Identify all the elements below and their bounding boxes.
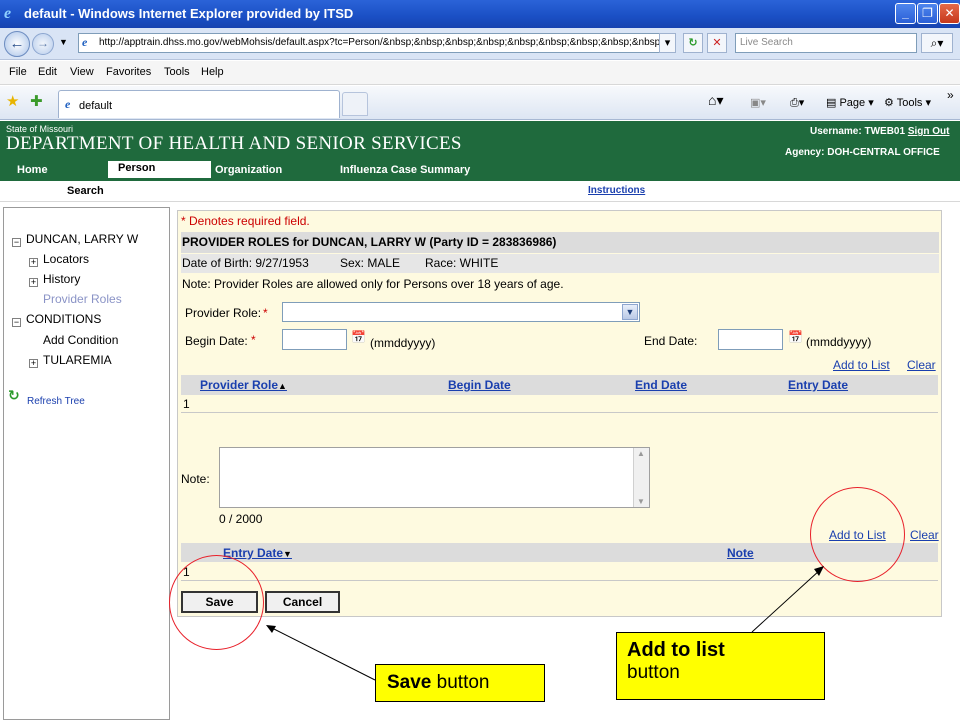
- add-to-list-arrow: [751, 569, 821, 633]
- add-to-list-callout-subtitle: button: [627, 662, 680, 683]
- save-arrow: [269, 626, 376, 681]
- save-callout: Save button: [375, 664, 545, 702]
- save-callout-title: Save: [387, 672, 432, 693]
- add-to-list-callout-title: Add to list: [627, 639, 725, 661]
- add-to-list-callout: Add to list button: [616, 632, 825, 700]
- save-callout-subtitle: button: [436, 672, 490, 693]
- annotation-arrows: [266, 566, 824, 681]
